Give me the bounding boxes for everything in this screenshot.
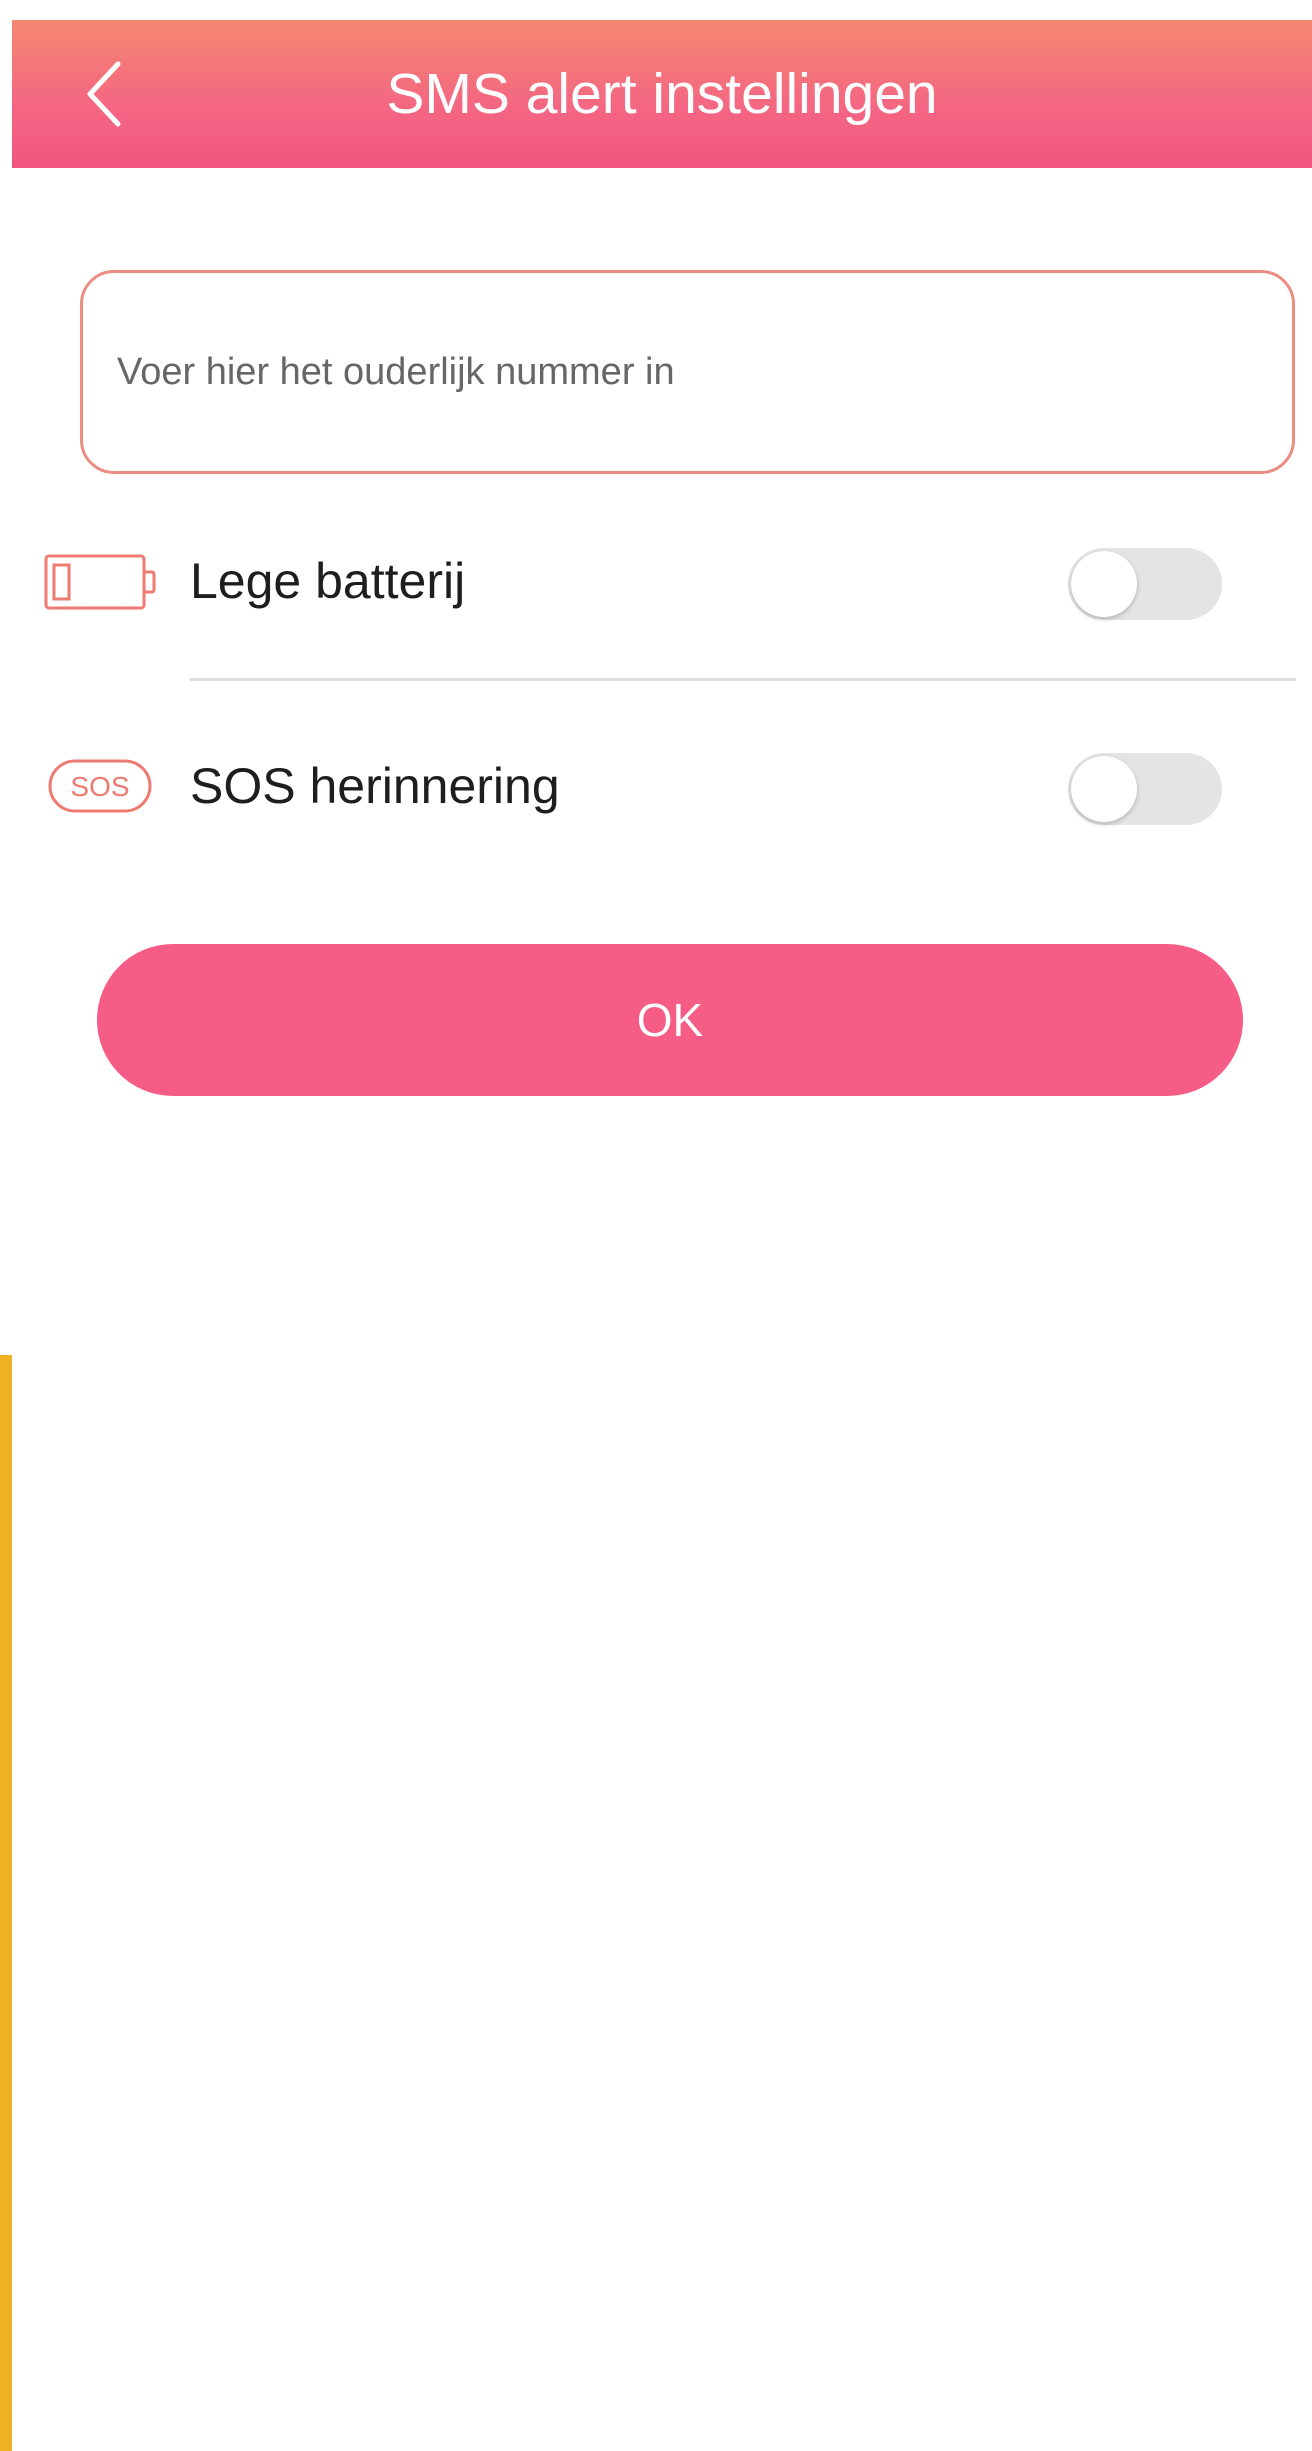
sos-toggle[interactable] [1068, 753, 1222, 825]
page-title: SMS alert instellingen [386, 62, 938, 126]
chevron-left-icon [87, 61, 121, 127]
back-button[interactable] [72, 56, 148, 132]
setting-row-sos: SOS SOS herinnering [0, 721, 1312, 851]
divider [190, 678, 1296, 681]
setting-row-low-battery: Lege batterij [0, 516, 1312, 646]
parent-number-field[interactable] [80, 270, 1295, 474]
left-edge-strip [0, 1355, 12, 2451]
setting-label-sos: SOS herinnering [190, 758, 560, 814]
sos-icon: SOS [48, 759, 152, 813]
setting-label-low-battery: Lege batterij [190, 553, 466, 609]
svg-text:SOS: SOS [70, 771, 129, 802]
battery-low-icon [44, 554, 156, 610]
ok-button[interactable]: OK [97, 944, 1243, 1096]
toggle-knob [1071, 551, 1137, 617]
low-battery-toggle[interactable] [1068, 548, 1222, 620]
app-header: SMS alert instellingen [12, 20, 1312, 168]
toggle-knob [1071, 756, 1137, 822]
parent-number-input[interactable] [117, 273, 1257, 471]
